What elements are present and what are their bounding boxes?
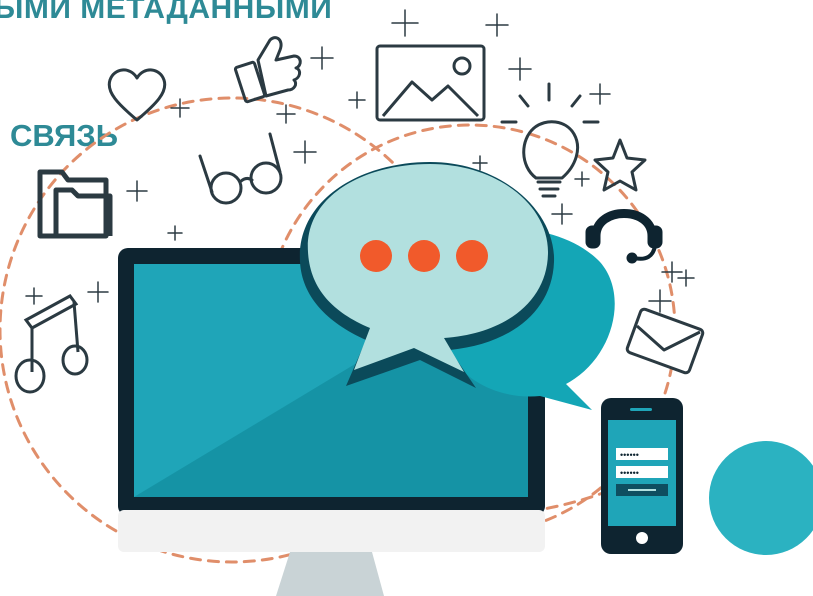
plus-mark: [574, 171, 590, 187]
smartphone: •••••• ••••••: [601, 398, 683, 554]
plus-mark: [472, 155, 488, 171]
plus-mark: [661, 261, 683, 283]
star-icon: [593, 138, 647, 192]
plus-mark: [485, 13, 509, 37]
image-icon: [375, 44, 486, 122]
phone-home-button: [636, 532, 648, 544]
monitor-stand: [276, 552, 384, 596]
plus-mark: [25, 287, 43, 305]
plus-mark: [310, 46, 334, 70]
headset-icon: [585, 209, 663, 264]
plus-mark: [391, 9, 419, 37]
plus-mark: [589, 83, 611, 105]
plus-mark: [293, 140, 317, 164]
envelope-icon: [625, 307, 705, 375]
glasses-icon: [198, 132, 283, 205]
folder-icon: [37, 169, 113, 239]
monitor-chin: [118, 510, 545, 552]
plus-mark: [348, 91, 366, 109]
music-note-icon: [14, 294, 89, 394]
thumbs-up-icon: [233, 36, 302, 104]
accent-circle: [709, 441, 813, 555]
phone-password-mask: ••••••: [620, 450, 639, 460]
plus-mark: [276, 104, 296, 124]
plus-mark: [167, 225, 183, 241]
typing-dot: [408, 240, 440, 272]
plus-mark: [508, 57, 532, 81]
plus-mark: [551, 203, 573, 225]
heart-icon: [107, 68, 167, 122]
phone-speaker: [630, 408, 652, 411]
plus-mark: [87, 281, 109, 303]
typing-dot: [360, 240, 392, 272]
plus-mark: [648, 289, 672, 313]
phone-password-mask-2: ••••••: [620, 468, 639, 478]
plus-mark: [126, 180, 148, 202]
typing-dot: [456, 240, 488, 272]
communication-illustration: •••••• ••••••: [0, 9, 813, 596]
